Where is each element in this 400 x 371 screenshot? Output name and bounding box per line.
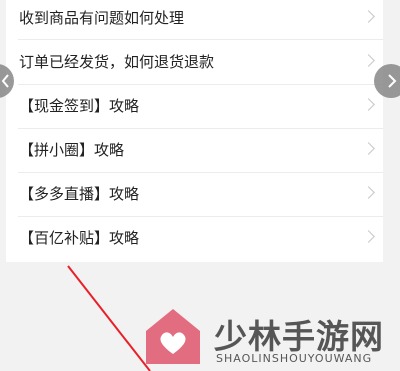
faq-item-label: 订单已经发货，如何退货退款: [19, 53, 215, 71]
chevron-right-icon: [362, 10, 375, 23]
next-page-button[interactable]: [374, 64, 400, 98]
watermark: 少林手游网 SHAOLINSHOUYOUWANG: [140, 304, 400, 371]
watermark-title: 少林手游网: [214, 317, 384, 356]
faq-item-label: 【现金签到】攻略: [19, 97, 140, 115]
faq-item-label: 【多多直播】攻略: [19, 185, 140, 203]
faq-item-pin-circle[interactable]: 【拼小圈】攻略: [6, 128, 383, 172]
chevron-right-icon: [388, 74, 397, 88]
chevron-right-icon: [362, 186, 375, 199]
faq-item-product-issue[interactable]: 收到商品有问题如何处理: [6, 0, 383, 40]
faq-item-return-refund[interactable]: 订单已经发货，如何退货退款: [6, 40, 383, 84]
faq-item-label: 【百亿补贴】攻略: [19, 229, 140, 247]
faq-item-subsidy[interactable]: 【百亿补贴】攻略: [6, 216, 383, 260]
faq-item-label: 收到商品有问题如何处理: [19, 9, 185, 27]
chevron-right-icon: [362, 98, 375, 111]
watermark-subtitle: SHAOLINSHOUYOUWANG: [216, 352, 373, 365]
chevron-left-icon: [1, 74, 9, 88]
chevron-right-icon: [362, 54, 375, 67]
house-heart-logo-icon: [146, 309, 200, 364]
chevron-right-icon: [362, 142, 375, 155]
chevron-right-icon: [362, 230, 375, 243]
faq-item-label: 【拼小圈】攻略: [19, 141, 125, 159]
faq-list: 收到商品有问题如何处理 订单已经发货，如何退货退款 【现金签到】攻略 【拼小圈】…: [6, 0, 383, 262]
faq-item-cash-checkin[interactable]: 【现金签到】攻略: [6, 84, 383, 128]
faq-item-live[interactable]: 【多多直播】攻略: [6, 172, 383, 216]
prev-page-button[interactable]: [0, 64, 14, 98]
